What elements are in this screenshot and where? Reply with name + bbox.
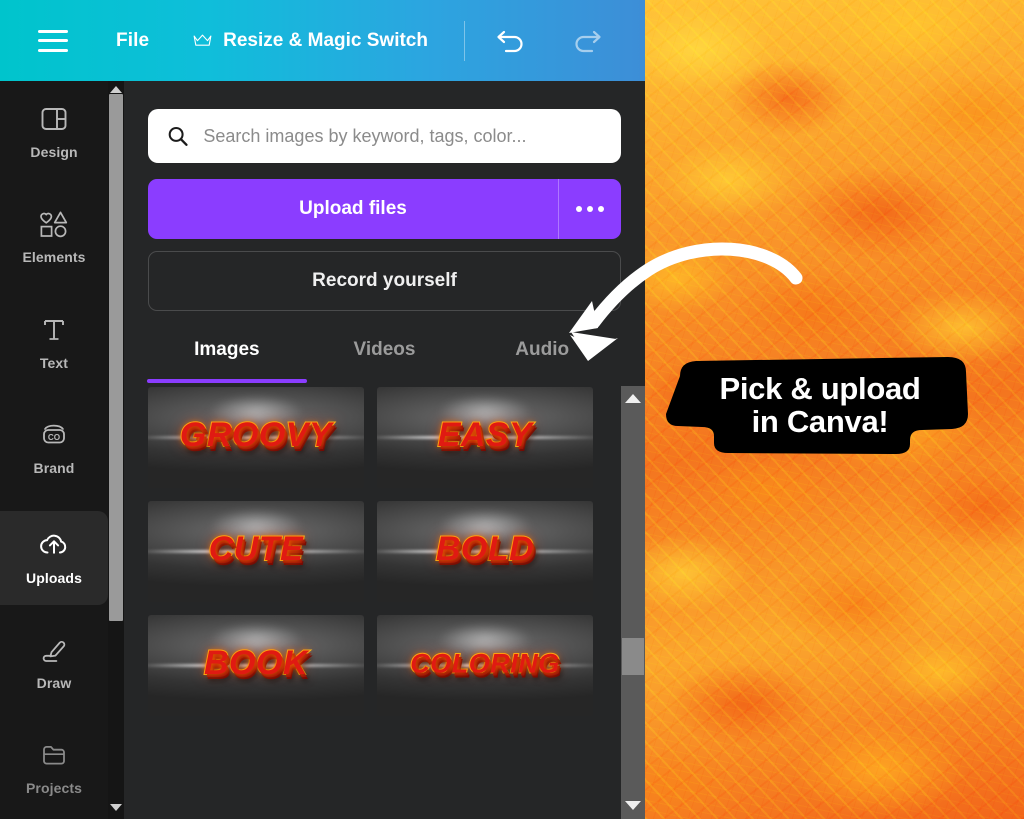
upload-thumbnail[interactable]: COLORING [377,615,593,716]
sidebar-item-label: Design [30,144,78,160]
sidebar-item-label: Text [39,355,69,371]
top-toolbar: File Resize & Magic Switch [0,0,645,81]
search-bar[interactable] [148,109,621,163]
upload-files-label: Upload files [299,198,407,219]
tab-videos[interactable]: Videos [306,327,464,383]
tab-images[interactable]: Images [148,327,306,383]
upload-thumbnail[interactable]: CUTE [148,501,364,602]
callout-line-2: in Canva! [751,403,889,439]
rail-scrollbar-thumb[interactable] [109,94,123,621]
cloud-upload-icon [40,534,67,554]
panel-scroll-up-button[interactable] [621,388,645,408]
callout-line-1: Pick & upload [719,370,921,406]
sidebar-item-label: Elements [22,249,86,265]
search-input[interactable] [203,125,603,147]
resize-magic-switch-button[interactable]: Resize & Magic Switch [193,30,428,52]
design-icon [41,108,67,130]
hamburger-icon[interactable] [38,29,68,52]
sidebar-item-brand[interactable]: CO Brand [0,401,108,495]
media-type-tabs: Images Videos Audio [148,327,621,383]
sidebar-item-elements[interactable]: Elements [0,190,108,284]
undo-icon[interactable] [495,26,529,56]
resize-magic-switch-label: Resize & Magic Switch [223,29,428,51]
panel-scroll-down-button[interactable] [621,795,645,815]
sidebar-item-design[interactable]: Design [0,85,108,179]
sidebar-item-uploads[interactable]: Uploads [0,511,108,605]
left-nav-rail: Design Elements Text CO Brand Uploads Dr… [0,81,108,819]
sidebar-item-label: Brand [33,460,75,476]
thumbnail-label: EASY [437,415,533,455]
uploads-panel: Upload files Record yourself Images Vide… [124,81,645,819]
thumbnail-label: COLORING [409,647,560,679]
svg-text:CO: CO [48,433,61,442]
brand-icon: CO [43,424,65,444]
thumbnail-label: CUTE [208,529,304,569]
file-menu-button[interactable]: File [116,30,149,52]
upload-thumbnail[interactable]: GROOVY [148,387,364,488]
panel-scrollbar-thumb[interactable] [622,638,644,675]
upload-thumbnail[interactable]: BOOK [148,615,364,716]
ellipsis-icon [587,206,593,212]
ellipsis-icon [576,206,582,212]
toolbar-divider [463,20,465,61]
ellipsis-icon [598,206,604,212]
sidebar-item-draw[interactable]: Draw [0,616,108,710]
sidebar-item-text[interactable]: Text [0,296,108,390]
tab-audio[interactable]: Audio [463,327,621,383]
thumbnail-label: BOLD [435,529,535,569]
sidebar-item-projects[interactable]: Projects [0,721,108,815]
sidebar-item-label: Draw [36,675,72,691]
upload-thumbnail[interactable]: BOLD [377,501,593,602]
sidebar-item-label: Projects [25,780,83,796]
upload-files-button[interactable]: Upload files [148,179,621,239]
callout-bubble: Pick & upload in Canva! [664,352,976,458]
redo-icon[interactable] [569,26,603,56]
callout-text: Pick & upload in Canva! [664,352,976,458]
canva-editor-screen: File Resize & Magic Switch Design Elemen… [0,0,1024,819]
thumbnail-label: BOOK [203,643,309,683]
sidebar-item-label: Uploads [26,570,82,586]
upload-thumbnail[interactable]: EASY [377,387,593,488]
text-icon [44,320,64,340]
elements-icon [40,211,68,238]
search-icon [168,126,188,146]
upload-more-options-button[interactable] [559,179,621,239]
panel-scrollbar-track[interactable] [621,386,645,819]
uploads-thumbnail-grid: GROOVY EASY CUTE BOLD BOOK COLORING [148,387,621,819]
record-yourself-button[interactable]: Record yourself [148,251,621,311]
rail-scroll-down-button[interactable] [108,800,124,814]
thumbnail-label: GROOVY [179,415,333,455]
pen-icon [42,641,66,662]
folder-icon [43,746,65,765]
crown-icon [193,34,212,46]
